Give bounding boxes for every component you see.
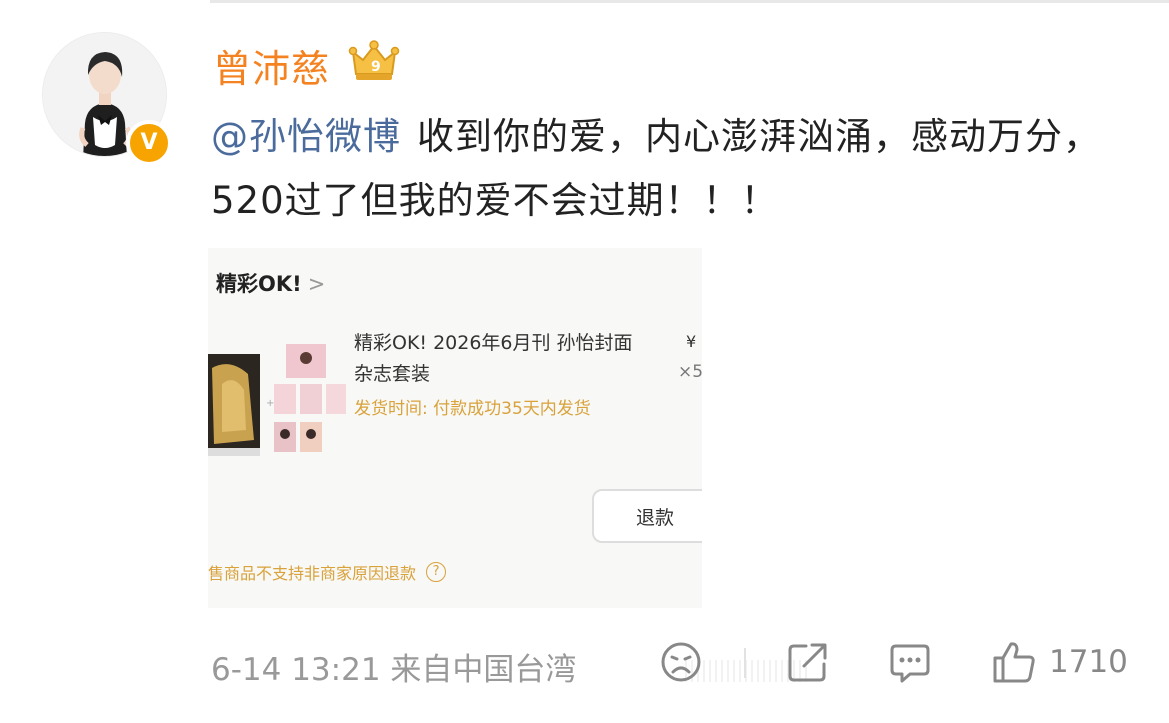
author-name[interactable]: 曾沛慈: [213, 38, 330, 93]
refund-notice-text: 售商品不支持非商家原因退款: [208, 564, 417, 583]
verified-badge: V: [126, 120, 172, 166]
product-title[interactable]: 精彩OK! 2026年6月刊 孙怡封面杂志套装: [354, 328, 644, 390]
crown-vip-icon: 9: [345, 38, 403, 84]
quantity: ×5: [678, 362, 702, 382]
shop-name-label: 精彩OK!: [216, 272, 302, 296]
post-meta: 6-14 13:21 来自中国台湾: [211, 652, 577, 688]
embedded-order-screenshot[interactable]: 精彩OK! > + 精彩OK! 2026年6月刊 孙怡封面杂志套装 发货时间: 付…: [208, 248, 702, 608]
price: ¥: [686, 332, 697, 351]
shop-name: 精彩OK! >: [216, 268, 325, 298]
comment-icon[interactable]: [888, 640, 932, 684]
like-count: 1710: [1049, 644, 1128, 680]
like-thumb-icon[interactable]: [991, 640, 1037, 684]
verified-v-icon: V: [140, 130, 158, 155]
svg-text:9: 9: [371, 59, 381, 75]
footer-separator: [744, 648, 746, 678]
mention-link[interactable]: @孙怡微博: [211, 115, 401, 158]
share-icon[interactable]: [786, 640, 830, 684]
product-thumbnail: +: [208, 344, 348, 464]
post-text: @孙怡微博 收到你的爱，内心澎湃汹涌，感动万分，520过了但我的爱不会过期！！！: [211, 105, 1131, 233]
shipping-time: 发货时间: 付款成功35天内发货: [354, 399, 591, 419]
help-icon[interactable]: ?: [426, 562, 447, 582]
refund-button[interactable]: 退款: [592, 489, 702, 543]
emoji-reaction-icon[interactable]: [659, 640, 703, 684]
post-footer: 6-14 13:21 来自中国台湾 1710: [211, 638, 1169, 698]
refund-notice: 售商品不支持非商家原因退款 ?: [208, 560, 447, 584]
top-divider: [210, 0, 1169, 3]
chevron-right-icon: >: [307, 272, 326, 296]
svg-text:+: +: [266, 398, 274, 409]
